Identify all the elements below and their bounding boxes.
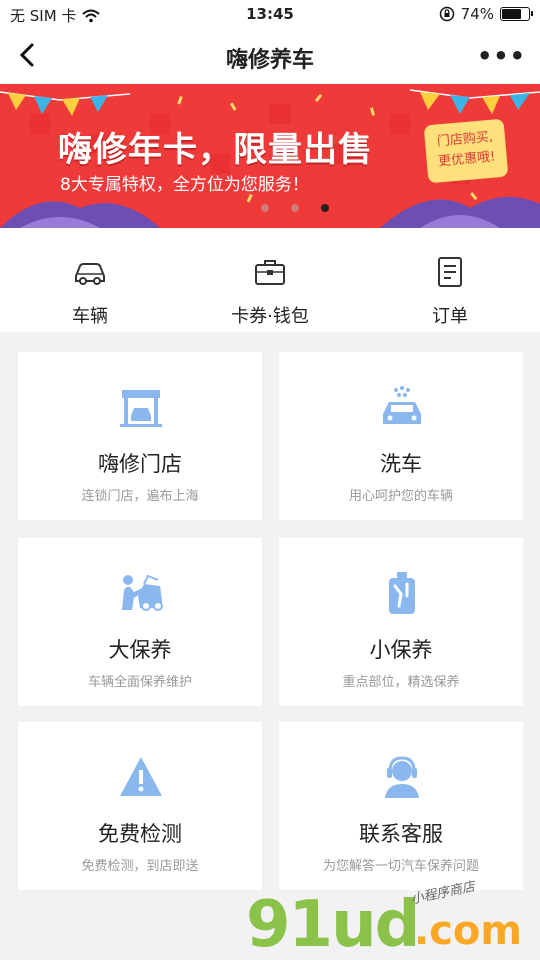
- garage-icon: [120, 390, 162, 427]
- service-title: 洗车: [380, 452, 422, 476]
- carousel-dot[interactable]: [261, 204, 269, 212]
- quick-item-wallet[interactable]: 卡券·钱包: [180, 228, 360, 332]
- headset-icon: [385, 756, 419, 798]
- quick-item-label: 车辆: [72, 306, 108, 327]
- carousel-dot[interactable]: [291, 204, 299, 212]
- service-desc: 用心呵护您的车辆: [348, 489, 453, 504]
- more-menu-button[interactable]: •••: [477, 42, 526, 70]
- service-card-major-maintenance[interactable]: 大保养 车辆全面保养维护: [18, 538, 262, 706]
- service-desc: 免费检测，到店即送: [81, 859, 199, 874]
- nav-bar: 嗨修养车 •••: [0, 30, 540, 84]
- oil-can-icon: [389, 572, 415, 614]
- service-title: 大保养: [108, 638, 172, 662]
- service-desc: 重点部位，精选保养: [342, 675, 460, 690]
- mechanic-icon: [122, 574, 163, 611]
- status-right: 74%: [439, 5, 533, 23]
- battery-fill: [502, 9, 521, 19]
- promo-banner[interactable]: 嗨修年卡，限量出售 8大专属特权，全方位为您服务！ 门店购买, 更优惠哦!: [0, 84, 540, 228]
- service-card-car-wash[interactable]: 洗车 用心呵护您的车辆: [279, 352, 523, 520]
- carousel-dots[interactable]: [0, 204, 540, 212]
- rotation-lock-icon: [439, 6, 454, 22]
- watermark-main: 91ud: [246, 888, 420, 960]
- service-desc: 车辆全面保养维护: [87, 675, 192, 690]
- service-card-stores[interactable]: 嗨修门店 连锁门店，遍布上海: [18, 352, 262, 520]
- quick-entry-row: 车辆 卡券·钱包 订单: [0, 228, 540, 332]
- car-wash-icon: [383, 386, 421, 424]
- banner-headline: 嗨修年卡，限量出售: [58, 130, 373, 170]
- page-title: 嗨修养车: [225, 48, 314, 73]
- service-title: 小保养: [369, 638, 433, 662]
- service-title: 免费检测: [98, 822, 182, 846]
- status-bar: 无 SIM 卡 13:45 74%: [0, 0, 540, 30]
- banner-badge: 门店购买, 更优惠哦!: [423, 118, 509, 184]
- site-watermark: 91ud .com 小程序商店: [246, 879, 526, 960]
- briefcase-icon: [255, 260, 285, 285]
- car-icon: [75, 263, 105, 285]
- battery-percent: 74%: [460, 5, 494, 23]
- banner-subtitle: 8大专属特权，全方位为您服务！: [60, 175, 309, 195]
- service-title: 嗨修门店: [98, 452, 182, 476]
- service-card-free-inspection[interactable]: 免费检测 免费检测，到店即送: [18, 722, 262, 890]
- quick-item-label: 卡券·钱包: [231, 306, 309, 327]
- watermark-suffix: .com: [414, 908, 523, 954]
- service-desc: 为您解答一切汽车保养问题: [322, 859, 479, 874]
- quick-item-orders[interactable]: 订单: [360, 228, 540, 332]
- warning-icon: [120, 757, 162, 796]
- document-icon: [438, 257, 462, 287]
- service-card-minor-maintenance[interactable]: 小保养 重点部位，精选保养: [279, 538, 523, 706]
- quick-item-vehicles[interactable]: 车辆: [0, 228, 180, 332]
- service-title: 联系客服: [359, 822, 443, 846]
- quick-item-label: 订单: [432, 306, 468, 327]
- service-desc: 连锁门店，遍布上海: [81, 489, 199, 504]
- battery-icon: [500, 7, 533, 21]
- service-card-customer-service[interactable]: 联系客服 为您解答一切汽车保养问题: [279, 722, 523, 890]
- carousel-dot[interactable]: [321, 204, 329, 212]
